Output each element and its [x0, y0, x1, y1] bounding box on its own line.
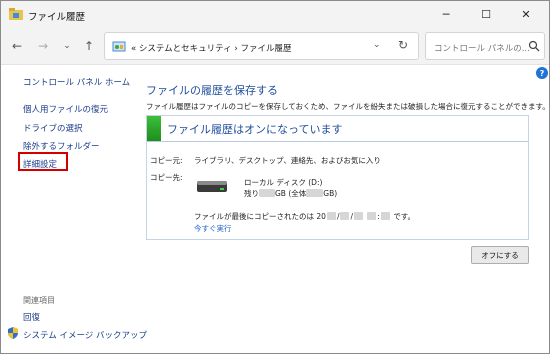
drive-icon: [197, 181, 227, 192]
related-link-system-image-backup[interactable]: システム イメージ バックアップ: [23, 329, 147, 341]
title-bar: ファイル履歴 ─ ☐ ✕: [1, 1, 549, 28]
back-icon[interactable]: ←: [9, 38, 25, 54]
redacted-value: [306, 189, 324, 197]
highlight-box: [18, 152, 68, 171]
close-button[interactable]: ✕: [506, 1, 546, 28]
status-header: ファイル履歴はオンになっています: [147, 116, 528, 142]
copy-from-label: コピー元:: [150, 156, 183, 165]
drive-space-prefix: 残り: [244, 189, 259, 198]
drive-space-suffix: GB): [323, 189, 338, 198]
app-icon: [9, 8, 23, 20]
left-pane: コントロール パネル ホーム 個人用ファイルの復元 ドライブの選択 除外するフォ…: [1, 65, 147, 354]
related-link-recovery[interactable]: 回復: [23, 311, 40, 323]
page-description: ファイル履歴はファイルのコピーを保存しておくため、ファイルを紛失または破損した場…: [146, 102, 550, 111]
run-now-link[interactable]: 今すぐ実行: [194, 223, 232, 234]
redacted-value: [354, 212, 363, 220]
copy-to-label: コピー先:: [150, 173, 183, 182]
redacted-value: [380, 212, 390, 220]
control-panel-home-link[interactable]: コントロール パネル ホーム: [23, 76, 130, 88]
redacted-value: [326, 212, 336, 220]
minimize-button[interactable]: ─: [426, 1, 466, 28]
file-history-window: ファイル履歴 ─ ☐ ✕ ← → ⌄ ↑ « システムとセキュリティ › ファイ…: [0, 0, 550, 354]
search-icon[interactable]: [528, 40, 540, 52]
help-icon[interactable]: ?: [536, 67, 548, 79]
last-copy-text: ファイルが最後にコピーされたのは 20// : です。: [194, 212, 416, 221]
recent-locations-icon[interactable]: ⌄: [59, 38, 75, 54]
page-title: ファイルの履歴を保存する: [146, 84, 278, 97]
drive-space-middle: GB (全体: [275, 189, 307, 198]
last-copy-prefix: ファイルが最後にコピーされたのは 20: [194, 212, 326, 221]
last-copy-suffix: です。: [393, 212, 416, 221]
related-heading: 関連項目: [23, 296, 55, 305]
copy-from-value: ライブラリ、デスクトップ、連絡先、およびお気に入り: [194, 156, 381, 165]
chevron-down-icon[interactable]: ⌄: [373, 40, 381, 50]
breadcrumb[interactable]: « システムとセキュリティ › ファイル履歴: [131, 42, 291, 54]
address-bar[interactable]: « システムとセキュリティ › ファイル履歴 ⌄ ↻: [104, 32, 419, 60]
drive-name: ローカル ディスク (D:): [244, 178, 323, 187]
maximize-button[interactable]: ☐: [466, 1, 506, 28]
shield-icon: [8, 327, 18, 339]
control-panel-icon: [112, 41, 126, 52]
status-panel: ファイル履歴はオンになっています コピー元: ライブラリ、デスクトップ、連絡先、…: [146, 115, 529, 240]
status-title: ファイル履歴はオンになっています: [167, 123, 343, 136]
sidebar-item-exclude-folders[interactable]: 除外するフォルダー: [23, 140, 100, 152]
redacted-value: [340, 212, 350, 220]
window-title: ファイル履歴: [28, 12, 86, 23]
search-input[interactable]: コントロール パネルの...: [434, 42, 530, 54]
refresh-icon[interactable]: ↻: [398, 38, 408, 52]
sidebar-item-restore-files[interactable]: 個人用ファイルの復元: [23, 103, 108, 115]
up-icon[interactable]: ↑: [81, 38, 97, 54]
redacted-value: [259, 189, 275, 197]
status-indicator: [147, 116, 161, 141]
navigation-bar: ← → ⌄ ↑ « システムとセキュリティ › ファイル履歴 ⌄ ↻ コントロー…: [1, 28, 549, 65]
sidebar-item-select-drive[interactable]: ドライブの選択: [23, 122, 83, 134]
search-box[interactable]: コントロール パネルの...: [425, 32, 545, 60]
forward-icon[interactable]: →: [35, 38, 51, 54]
redacted-value: [367, 212, 377, 220]
turn-off-button[interactable]: オフにする: [471, 246, 529, 264]
drive-space: 残り GB (全体 GB): [244, 188, 337, 199]
